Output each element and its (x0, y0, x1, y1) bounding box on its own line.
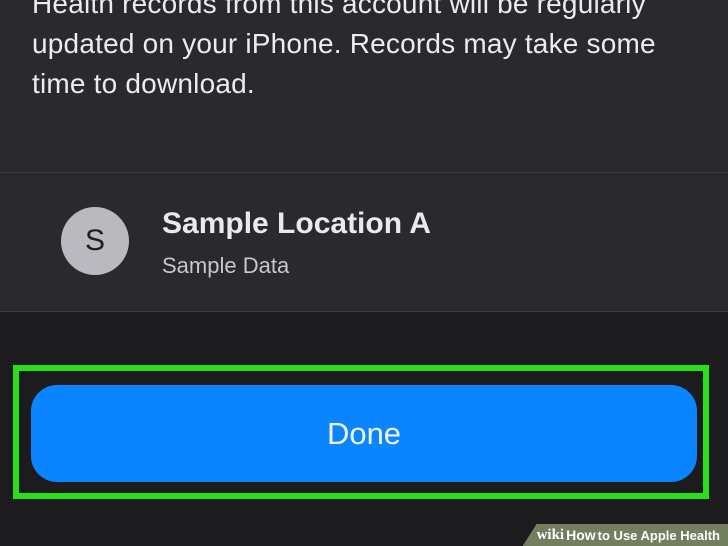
location-subtitle: Sample Data (162, 253, 290, 278)
watermark-title: to Use Apple Health (597, 527, 720, 543)
location-avatar: S (61, 207, 129, 275)
divider (0, 172, 728, 173)
records-description: Health records from this account will be… (32, 0, 656, 99)
account-info-panel: Health records from this account will be… (0, 0, 728, 312)
watermark-brand: wiki (536, 526, 565, 543)
location-name: Sample Location A (162, 207, 431, 240)
done-button[interactable]: Done (31, 385, 697, 482)
watermark-how: How (566, 527, 596, 543)
wikihow-watermark: wiki How to Use Apple Health (522, 524, 728, 546)
divider (0, 311, 728, 312)
